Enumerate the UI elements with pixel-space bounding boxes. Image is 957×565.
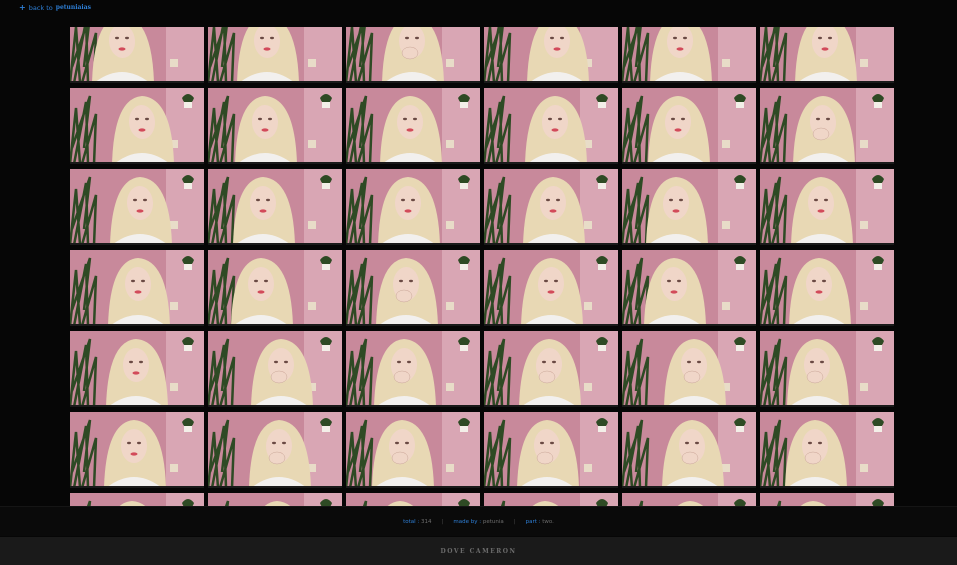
gif-thumbnail[interactable] (70, 27, 204, 83)
gif-thumbnail[interactable] (208, 493, 342, 506)
back-link[interactable]: + back to petuniaias (19, 3, 91, 12)
gif-thumbnail[interactable] (484, 493, 618, 506)
gif-thumbnail[interactable] (484, 250, 618, 326)
plus-icon: + (19, 3, 26, 12)
gif-thumbnail[interactable] (484, 169, 618, 245)
gif-thumbnail[interactable] (760, 331, 894, 407)
gif-thumbnail[interactable] (70, 331, 204, 407)
gif-thumbnail[interactable] (70, 88, 204, 164)
gif-gallery (70, 27, 894, 506)
made-by-label: made by : (453, 518, 482, 525)
back-link-site: petuniaias (55, 4, 91, 11)
total-label: total : (403, 518, 420, 525)
gif-thumbnail[interactable] (208, 250, 342, 326)
brand-title: DOVE CAMERON (440, 547, 517, 555)
gif-thumbnail[interactable] (622, 331, 756, 407)
gif-thumbnail[interactable] (760, 412, 894, 488)
gif-thumbnail[interactable] (70, 250, 204, 326)
gif-thumbnail[interactable] (622, 250, 756, 326)
divider: | (513, 518, 516, 525)
gif-thumbnail[interactable] (484, 88, 618, 164)
gif-thumbnail[interactable] (208, 331, 342, 407)
gif-thumbnail[interactable] (484, 27, 618, 83)
total-value: 314 (421, 518, 432, 525)
gif-thumbnail[interactable] (208, 27, 342, 83)
gif-thumbnail[interactable] (484, 331, 618, 407)
brand-bar: DOVE CAMERON (0, 537, 957, 565)
gif-thumbnail[interactable] (70, 493, 204, 506)
back-link-prefix: back to (28, 3, 53, 12)
gif-thumbnail[interactable] (622, 169, 756, 245)
gif-thumbnail[interactable] (622, 27, 756, 83)
gif-thumbnail[interactable] (346, 27, 480, 83)
footer-info: total : 314 | made by : petunia | part :… (0, 506, 957, 536)
gif-thumbnail[interactable] (208, 412, 342, 488)
gif-thumbnail[interactable] (484, 412, 618, 488)
gif-thumbnail[interactable] (760, 493, 894, 506)
part-label: part : (525, 518, 541, 525)
gif-thumbnail[interactable] (622, 88, 756, 164)
gif-thumbnail[interactable] (208, 88, 342, 164)
gif-thumbnail[interactable] (760, 27, 894, 83)
gif-thumbnail[interactable] (760, 169, 894, 245)
gif-thumbnail[interactable] (760, 88, 894, 164)
divider: | (441, 518, 444, 525)
gif-thumbnail[interactable] (622, 493, 756, 506)
gif-thumbnail[interactable] (346, 493, 480, 506)
gif-thumbnail[interactable] (622, 412, 756, 488)
made-by-value: petunia (482, 518, 504, 525)
gif-thumbnail[interactable] (346, 331, 480, 407)
gif-thumbnail[interactable] (70, 169, 204, 245)
gif-thumbnail[interactable] (70, 412, 204, 488)
gif-thumbnail[interactable] (346, 250, 480, 326)
top-bar: + back to petuniaias (0, 0, 957, 20)
part-value: two. (542, 518, 554, 525)
gallery-grid (70, 27, 894, 506)
gif-thumbnail[interactable] (760, 250, 894, 326)
gif-thumbnail[interactable] (346, 169, 480, 245)
gif-thumbnail[interactable] (346, 88, 480, 164)
gif-thumbnail[interactable] (346, 412, 480, 488)
gif-thumbnail[interactable] (208, 169, 342, 245)
